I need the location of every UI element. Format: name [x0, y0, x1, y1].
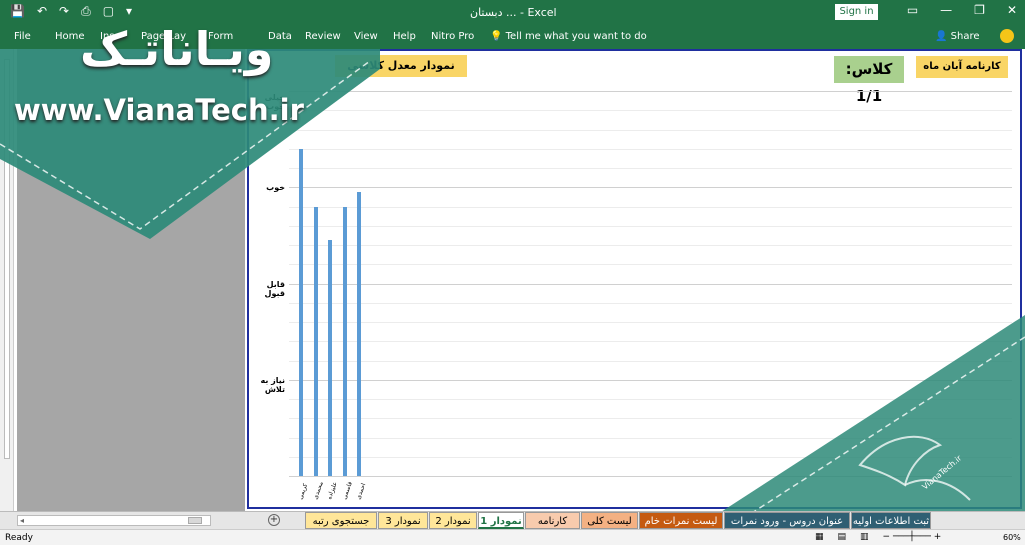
new-file-icon[interactable]: ▢: [103, 4, 114, 19]
class-label: کلاس: 1/1: [834, 56, 904, 105]
status-ready: Ready: [5, 533, 33, 543]
y-axis-label: قابل قبول: [264, 279, 285, 298]
sheet-tab[interactable]: کارنامه: [525, 512, 580, 529]
undo-icon[interactable]: ↶: [37, 4, 47, 19]
person-icon: 👤: [935, 31, 951, 42]
tab-help[interactable]: Help: [393, 31, 416, 42]
watermark-url: www.VianaTech.ir: [14, 93, 304, 127]
status-bar: Ready ▦ ▤ ▥ − ───┼─── + 60%: [0, 529, 1025, 545]
sheet-tab[interactable]: نمودار 1: [478, 512, 524, 529]
gridline: [289, 302, 1012, 304]
tab-view[interactable]: View: [354, 31, 378, 42]
sign-in-button[interactable]: Sign in: [835, 4, 878, 20]
gridline: [289, 206, 1012, 208]
feedback-smiley-icon[interactable]: [1000, 29, 1014, 43]
add-sheet-icon[interactable]: +: [268, 514, 280, 526]
x-axis-label: محمدی: [311, 480, 325, 501]
scroll-left-icon[interactable]: ◂: [20, 516, 24, 525]
gridline: [289, 129, 1012, 131]
chart-bar[interactable]: [328, 240, 332, 476]
sheet-tab[interactable]: لیست نمرات خام: [639, 512, 723, 529]
quick-access-toolbar: 💾 ↶ ↷ ⎙ ▢ ▾: [10, 4, 132, 19]
watermark-banner: [0, 49, 380, 239]
tell-me-label: Tell me what you want to do: [505, 31, 647, 42]
ribbon-display-icon[interactable]: ▭: [907, 3, 918, 17]
view-buttons: ▦ ▤ ▥ − ───┼─── +: [815, 532, 941, 542]
gridline: [289, 283, 1012, 285]
minimize-icon[interactable]: —: [940, 3, 952, 17]
gridline: [289, 187, 1012, 189]
gridline: [289, 148, 1012, 150]
chart-bar[interactable]: [313, 206, 318, 476]
normal-view-icon[interactable]: ▦: [815, 532, 824, 542]
window-title: دبستان ... - Excel: [470, 6, 557, 19]
scrollbar-thumb[interactable]: [188, 517, 202, 524]
report-title: کارنامه آبان ماه: [916, 56, 1008, 78]
close-icon[interactable]: ✕: [1007, 3, 1017, 17]
x-axis-label: علیزاده: [326, 480, 339, 501]
sheet-tab[interactable]: جستجوی رتبه: [305, 512, 377, 529]
x-axis-label: احمدی: [355, 482, 368, 501]
x-axis-label: کریمی: [297, 482, 310, 501]
gridline: [289, 225, 1012, 227]
sheet-tab[interactable]: لیست کلی: [581, 512, 638, 529]
gridline: [289, 91, 1012, 92]
share-label: Share: [950, 31, 980, 42]
gridline: [289, 264, 1012, 266]
y-axis-label: نیاز به تلاش: [260, 375, 285, 394]
tab-review[interactable]: Review: [305, 31, 341, 42]
save-icon[interactable]: 💾: [10, 4, 25, 19]
sheet-tab[interactable]: نمودار 3: [378, 512, 428, 529]
print-preview-icon[interactable]: ⎙: [81, 4, 91, 19]
restore-icon[interactable]: ❐: [974, 3, 985, 17]
customize-qat-icon[interactable]: ▾: [126, 4, 132, 19]
chart-bar[interactable]: [342, 206, 347, 476]
sheet-tab[interactable]: عنوان دروس - ورود نمرات: [724, 512, 850, 529]
horizontal-scrollbar[interactable]: ◂: [17, 515, 211, 526]
lightbulb-icon: 💡: [490, 31, 506, 42]
gridline: [289, 110, 1012, 112]
sheet-tab[interactable]: نمودار 2: [429, 512, 477, 529]
share-button[interactable]: 👤 Share: [935, 31, 980, 42]
page-break-view-icon[interactable]: ▥: [860, 532, 869, 542]
sheet-tab[interactable]: ثبت اطلاعات اولیه: [851, 512, 931, 529]
gridline: [289, 245, 1012, 246]
sheet-tab-bar: ◂ + جستجوی رتبه نمودار 3 نمودار 2 نمودار 1ک…: [0, 511, 1025, 529]
window-controls: ▭ — ❐ ✕: [907, 3, 1017, 17]
redo-icon[interactable]: ↷: [59, 4, 69, 19]
gridline: [289, 168, 1012, 169]
tab-nitro-pro[interactable]: Nitro Pro: [431, 31, 474, 42]
watermark-title: ویـاناتـک: [80, 22, 274, 76]
zoom-slider[interactable]: − ───┼─── +: [883, 532, 942, 542]
x-axis-label: قاسمی: [340, 480, 354, 501]
tab-file[interactable]: File: [14, 31, 31, 42]
page-layout-view-icon[interactable]: ▤: [838, 532, 847, 542]
tell-me-search[interactable]: 💡 Tell me what you want to do: [490, 31, 647, 42]
zoom-level[interactable]: 60%: [1003, 533, 1021, 542]
